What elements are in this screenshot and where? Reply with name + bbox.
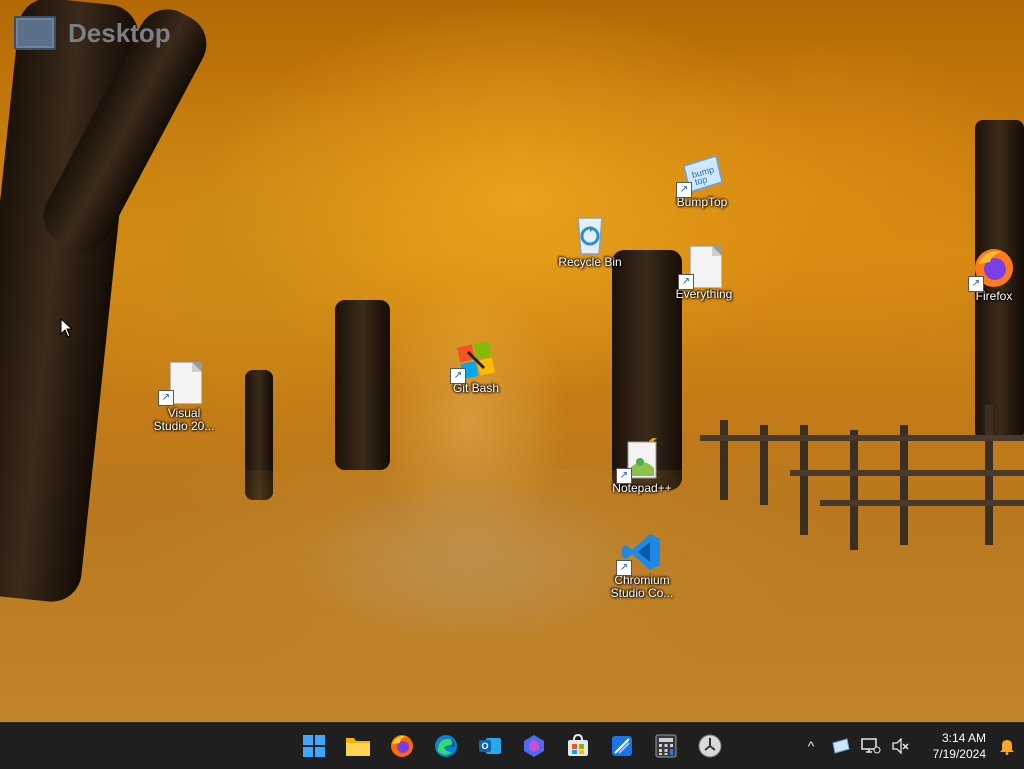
leaf-path (0, 470, 1024, 722)
desktop-icon-recycle-bin[interactable]: Recycle Bin (550, 212, 630, 269)
desktop-icon-vscode[interactable]: ↗ Chromium Studio Co... (602, 530, 682, 600)
copilot-button[interactable] (514, 726, 554, 766)
tree-trunk (335, 300, 390, 470)
outlook-icon: O (479, 738, 501, 754)
calculator-icon (655, 734, 677, 758)
tray-app-button[interactable] (826, 726, 856, 766)
desktop-icon-bumptop[interactable]: bump top ↗ BumpTop (662, 152, 742, 209)
icon-label: Recycle Bin (558, 255, 622, 269)
shortcut-arrow-icon: ↗ (450, 368, 466, 384)
fence-rail (700, 435, 1024, 441)
shortcut-arrow-icon: ↗ (158, 390, 174, 406)
firefox-taskbar-button[interactable] (382, 726, 422, 766)
file-icon (690, 246, 722, 288)
show-hidden-icons-button[interactable]: ^ (796, 726, 826, 766)
calculator-button[interactable] (646, 726, 686, 766)
file-explorer-button[interactable] (338, 726, 378, 766)
shortcut-arrow-icon: ↗ (676, 182, 692, 198)
desktop-icon-notepadpp[interactable]: ↗ Notepad++ (602, 430, 682, 495)
chevron-up-icon: ^ (807, 738, 815, 754)
store-icon (568, 734, 588, 756)
icon-label: Firefox (975, 289, 1013, 303)
file-icon (170, 362, 202, 404)
desktop-icon-visual-studio[interactable]: ↗ Visual Studio 20... (144, 360, 224, 433)
edge-icon (435, 735, 457, 757)
store-button[interactable] (558, 726, 598, 766)
shortcut-arrow-icon: ↗ (616, 560, 632, 576)
clock-app-button[interactable] (690, 726, 730, 766)
volume-muted-icon (892, 738, 909, 754)
fence-rail (790, 470, 1024, 476)
desktop-title: Desktop (68, 17, 171, 48)
clock-time: 3:14 AM (941, 731, 986, 745)
desktop-icon-git-bash[interactable]: ↗ Git Bash (436, 338, 516, 395)
notifications-button[interactable] (990, 726, 1024, 766)
icon-label: Git Bash (452, 381, 500, 395)
snipping-tool-button[interactable] (602, 726, 642, 766)
recycle-bin-icon (577, 217, 603, 255)
volume-button[interactable] (886, 726, 916, 766)
network-button[interactable] (856, 726, 886, 766)
fence-rail (820, 500, 1024, 506)
monitor-icon (14, 16, 56, 50)
shortcut-arrow-icon: ↗ (616, 468, 632, 484)
desktop-icon-everything[interactable]: ↗ Everything (664, 244, 744, 301)
network-icon (861, 738, 881, 754)
desktop-icon-firefox[interactable]: ↗ Firefox (954, 246, 1024, 303)
taskbar-apps: O (294, 723, 730, 769)
desktop-label: Desktop (14, 14, 171, 52)
outlook-button[interactable]: O (470, 726, 510, 766)
shortcut-arrow-icon: ↗ (678, 274, 694, 290)
icon-label: Visual Studio 20... (153, 406, 215, 433)
clock-date: 7/19/2024 (932, 747, 986, 761)
fence-post (850, 430, 858, 550)
fence-post (720, 420, 728, 500)
copilot-icon (524, 735, 544, 757)
svg-text:O: O (481, 741, 488, 751)
clock-app-icon (698, 734, 722, 758)
clock[interactable]: 3:14 AM 7/19/2024 (916, 730, 990, 762)
start-button[interactable] (294, 726, 334, 766)
file-explorer-icon (346, 738, 370, 756)
snipping-tool-icon (612, 736, 632, 756)
icon-label: BumpTop (676, 195, 728, 209)
bell-icon (1000, 740, 1014, 755)
icon-label: Notepad++ (612, 481, 672, 495)
firefox-icon (391, 735, 413, 757)
mouse-cursor-icon (60, 318, 74, 338)
icon-label: Everything (675, 287, 733, 301)
fence-post (800, 425, 808, 535)
system-tray: ^ 3:14 AM 7/19/2024 (796, 723, 1024, 769)
taskbar: O ^ 3:14 AM 7/19/2024 (0, 722, 1024, 769)
fence-post (900, 425, 908, 545)
edge-button[interactable] (426, 726, 466, 766)
tray-app-icon (832, 738, 850, 754)
shortcut-arrow-icon: ↗ (968, 276, 984, 292)
icon-label: Studio Co... (610, 586, 674, 600)
start-icon (303, 735, 325, 757)
